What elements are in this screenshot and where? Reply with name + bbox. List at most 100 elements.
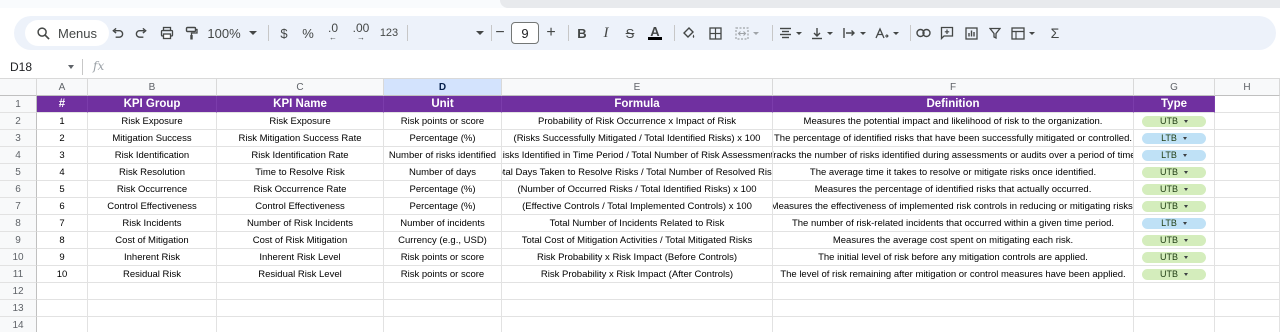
chevron-down-icon[interactable] xyxy=(1184,170,1188,174)
table-cell[interactable]: 10 xyxy=(37,266,88,283)
table-cell[interactable]: Measures the effectiveness of implemente… xyxy=(773,198,1134,215)
table-cell[interactable]: Risk Probability x Risk Impact (Before C… xyxy=(502,249,773,266)
row-header-2[interactable]: 2 xyxy=(0,113,37,130)
chevron-down-icon[interactable] xyxy=(1184,238,1188,242)
table-cell[interactable]: Risk Resolution xyxy=(88,164,217,181)
empty-cell[interactable] xyxy=(1215,232,1280,249)
filter-views-button[interactable] xyxy=(1008,16,1038,50)
chevron-down-icon[interactable] xyxy=(1182,221,1187,225)
increase-decimal-button[interactable]: .00 → xyxy=(348,16,374,50)
row-header-10[interactable]: 10 xyxy=(0,249,37,266)
type-dropdown-chip[interactable]: LTB xyxy=(1142,149,1206,161)
table-cell[interactable]: Inherent Risk xyxy=(88,249,217,266)
table-cell[interactable]: Number of incidents xyxy=(384,215,502,232)
table-cell[interactable]: Total Number of Incidents Related to Ris… xyxy=(502,215,773,232)
table-cell[interactable]: The level of risk remaining after mitiga… xyxy=(773,266,1134,283)
table-cell[interactable]: Risk Occurrence Rate xyxy=(217,181,384,198)
column-header-c[interactable]: C xyxy=(217,78,384,96)
table-cell[interactable]: 3 xyxy=(37,147,88,164)
currency-format-button[interactable]: $ xyxy=(274,16,294,50)
chevron-down-icon[interactable] xyxy=(1184,255,1188,259)
table-cell[interactable]: Inherent Risk Level xyxy=(217,249,384,266)
empty-cell[interactable] xyxy=(1134,283,1215,300)
chevron-down-icon[interactable] xyxy=(68,65,74,69)
empty-cell[interactable] xyxy=(502,300,773,317)
table-cell[interactable]: Control Effectiveness xyxy=(217,198,384,215)
table-cell[interactable]: Risks Identified in Time Period / Total … xyxy=(502,147,773,164)
font-size-increase-button[interactable]: + xyxy=(542,16,560,50)
table-cell[interactable]: Measures the percentage of identified ri… xyxy=(773,181,1134,198)
select-all-corner[interactable] xyxy=(0,78,37,96)
table-cell[interactable]: 1 xyxy=(37,113,88,130)
empty-cell[interactable] xyxy=(1215,215,1280,232)
table-cell[interactable]: Risk Mitigation Success Rate xyxy=(217,130,384,147)
table-cell[interactable]: Number of risks identified xyxy=(384,147,502,164)
row-header-5[interactable]: 5 xyxy=(0,164,37,181)
table-cell[interactable]: Residual Risk xyxy=(88,266,217,283)
chevron-down-icon[interactable] xyxy=(1184,272,1188,276)
table-cell[interactable]: Cost of Mitigation xyxy=(88,232,217,249)
empty-cell[interactable] xyxy=(1215,181,1280,198)
column-header-h[interactable]: H xyxy=(1215,78,1280,96)
table-cell[interactable]: Total Days Taken to Resolve Risks / Tota… xyxy=(502,164,773,181)
row-header-13[interactable]: 13 xyxy=(0,300,37,317)
type-dropdown-chip[interactable]: UTB xyxy=(1142,166,1206,178)
type-cell[interactable]: UTB xyxy=(1134,249,1215,266)
font-size-decrease-button[interactable]: − xyxy=(491,16,509,50)
text-wrapping-button[interactable] xyxy=(840,16,868,50)
text-color-button[interactable]: A xyxy=(644,16,666,50)
empty-cell[interactable] xyxy=(1215,300,1280,317)
empty-cell[interactable] xyxy=(773,317,1134,332)
empty-cell[interactable] xyxy=(37,317,88,332)
filter-button[interactable] xyxy=(984,16,1006,50)
text-rotation-button[interactable] xyxy=(872,16,902,50)
type-cell[interactable]: LTB xyxy=(1134,147,1215,164)
type-dropdown-chip[interactable]: UTB xyxy=(1142,234,1206,246)
table-cell[interactable]: 6 xyxy=(37,198,88,215)
type-cell[interactable]: UTB xyxy=(1134,198,1215,215)
type-cell[interactable]: LTB xyxy=(1134,215,1215,232)
table-cell[interactable]: Tracks the number of risks identified du… xyxy=(773,147,1134,164)
table-cell[interactable]: The initial level of risk before any mit… xyxy=(773,249,1134,266)
italic-button[interactable]: I xyxy=(596,16,616,50)
empty-cell[interactable] xyxy=(384,317,502,332)
row-header-8[interactable]: 8 xyxy=(0,215,37,232)
table-cell[interactable]: 8 xyxy=(37,232,88,249)
column-header-e[interactable]: E xyxy=(502,78,773,96)
empty-cell[interactable] xyxy=(88,283,217,300)
table-cell[interactable]: Risk Occurrence xyxy=(88,181,217,198)
font-family-select[interactable] xyxy=(412,16,484,50)
table-cell[interactable]: The percentage of identified risks that … xyxy=(773,130,1134,147)
row-header-1[interactable]: 1 xyxy=(0,96,37,113)
empty-cell[interactable] xyxy=(773,283,1134,300)
type-dropdown-chip[interactable]: UTB xyxy=(1142,183,1206,195)
empty-cell[interactable] xyxy=(217,283,384,300)
type-cell[interactable]: UTB xyxy=(1134,164,1215,181)
table-cell[interactable]: Number of Risk Incidents xyxy=(217,215,384,232)
type-cell[interactable]: UTB xyxy=(1134,113,1215,130)
vertical-align-button[interactable] xyxy=(808,16,836,50)
column-header-b[interactable]: B xyxy=(88,78,217,96)
spreadsheet-grid[interactable]: A B C D E F G H 1 2 3 4 5 6 7 8 9 10 11 12 13 14 # KPI Group KPI… xyxy=(0,78,1280,332)
empty-cell[interactable] xyxy=(1215,317,1280,332)
table-cell[interactable]: (Number of Occurred Risks / Total Identi… xyxy=(502,181,773,198)
table-cell[interactable]: Total Cost of Mitigation Activities / To… xyxy=(502,232,773,249)
table-cell[interactable]: Risk points or score xyxy=(384,113,502,130)
borders-button[interactable] xyxy=(704,16,726,50)
table-cell[interactable]: Probability of Risk Occurrence x Impact … xyxy=(502,113,773,130)
insert-chart-button[interactable] xyxy=(960,16,982,50)
chevron-down-icon[interactable] xyxy=(1184,187,1188,191)
table-cell[interactable]: 9 xyxy=(37,249,88,266)
empty-cell[interactable] xyxy=(1215,164,1280,181)
empty-cell[interactable] xyxy=(773,300,1134,317)
chevron-down-icon[interactable] xyxy=(1182,136,1187,140)
empty-cell[interactable] xyxy=(1215,266,1280,283)
type-cell[interactable]: UTB xyxy=(1134,232,1215,249)
table-cell[interactable]: Measures the average cost spent on mitig… xyxy=(773,232,1134,249)
type-dropdown-chip[interactable]: LTB xyxy=(1142,132,1206,144)
type-cell[interactable]: UTB xyxy=(1134,266,1215,283)
table-cell[interactable]: (Risks Successfully Mitigated / Total Id… xyxy=(502,130,773,147)
table-cell[interactable]: 5 xyxy=(37,181,88,198)
table-cell[interactable]: Percentage (%) xyxy=(384,181,502,198)
table-cell[interactable]: (Effective Controls / Total Implemented … xyxy=(502,198,773,215)
